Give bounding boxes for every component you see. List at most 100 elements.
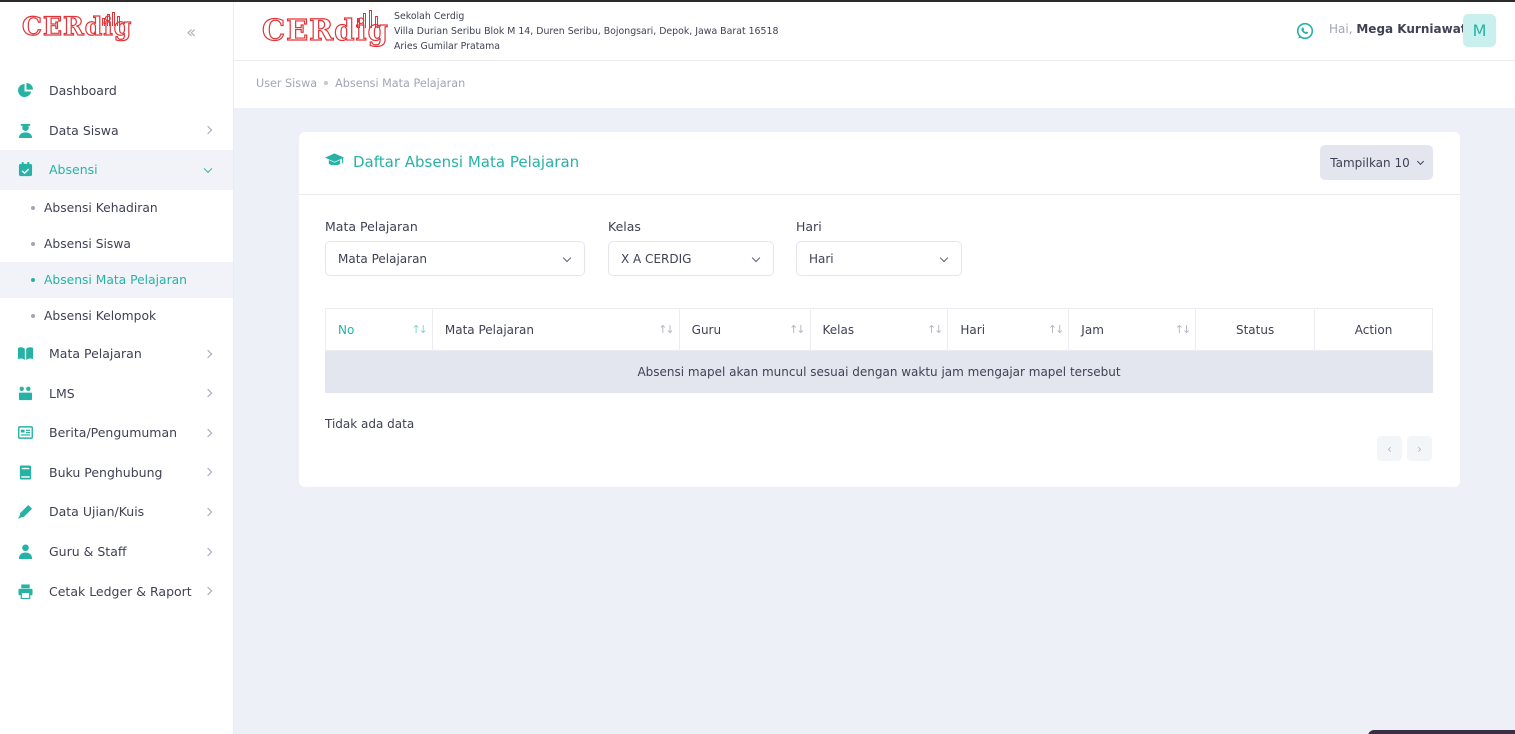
chevron-left-icon: ‹ — [1387, 441, 1392, 456]
principal-name: Aries Gumilar Pratama — [394, 41, 501, 52]
column-header-status: Status — [1195, 308, 1316, 351]
sidebar-item-label: Cetak Ledger & Raport — [49, 583, 192, 599]
sidebar-item-cetak[interactable]: Cetak Ledger & Raport — [0, 571, 233, 611]
card-title-text: Daftar Absensi Mata Pelajaran — [353, 153, 580, 171]
school-name: Sekolah Cerdig — [394, 11, 465, 22]
filter-label-hari: Hari — [796, 219, 822, 234]
sidebar: CERdig ‹‹ Dashboard Data Siswa Absensi A… — [0, 2, 234, 734]
attendance-card: Daftar Absensi Mata Pelajaran Tampilkan … — [299, 132, 1460, 487]
window-top-border — [0, 0, 1515, 2]
pie-chart-icon — [18, 83, 33, 98]
sidebar-item-dashboard[interactable]: Dashboard — [0, 71, 233, 111]
chevron-down-icon — [1416, 157, 1424, 165]
table-row: Absensi mapel akan muncul sesuai dengan … — [325, 350, 1433, 393]
user-name: Mega Kurniawati — [1356, 22, 1471, 36]
sidebar-item-data-siswa[interactable]: Data Siswa — [0, 111, 233, 151]
sidebar-item-berita[interactable]: Berita/Pengumuman — [0, 413, 233, 453]
avatar[interactable]: M — [1463, 14, 1496, 47]
sort-icon[interactable]: ↑↓ — [411, 323, 428, 336]
kelas-select-value: X A CERDIG — [621, 251, 692, 266]
sidebar-item-lms[interactable]: LMS — [0, 373, 233, 413]
sidebar-item-buku-penghubung[interactable]: Buku Penghubung — [0, 453, 233, 493]
column-header-kelas[interactable]: Kelas ↑↓ — [809, 308, 949, 351]
bullet-icon — [31, 277, 35, 282]
chevron-down-icon — [562, 253, 572, 263]
chevron-down-icon — [939, 253, 949, 263]
sidebar-item-guru-staff[interactable]: Guru & Staff — [0, 532, 233, 572]
sidebar-item-label: Dashboard — [49, 83, 117, 99]
chevron-down-icon — [751, 253, 761, 263]
top-header: CERdig Sekolah Cerdig Villa Durian Serib… — [234, 2, 1515, 61]
chevron-right-icon — [203, 126, 213, 135]
sidebar-item-data-ujian[interactable]: Data Ujian/Kuis — [0, 492, 233, 532]
empty-table-message: Absensi mapel akan muncul sesuai dengan … — [325, 350, 1433, 393]
logo-buildings-icon — [102, 12, 126, 26]
column-header-no[interactable]: No ↑↓ — [325, 308, 433, 351]
breadcrumb-separator — [324, 81, 329, 85]
graduation-cap-icon — [325, 153, 344, 171]
mapel-select[interactable]: Mata Pelajaran — [325, 241, 585, 276]
teacher-icon — [18, 544, 33, 560]
show-entries-dropdown[interactable]: Tampilkan 10 — [1320, 145, 1433, 180]
breadcrumb-item-current: Absensi Mata Pelajaran — [335, 77, 466, 90]
student-icon — [18, 123, 33, 138]
header-logo[interactable]: CERdig — [261, 10, 389, 45]
greeting-text: Hai, — [1329, 22, 1353, 36]
column-header-hari[interactable]: Hari ↑↓ — [947, 308, 1070, 351]
card-title: Daftar Absensi Mata Pelajaran — [325, 153, 579, 171]
book-icon — [18, 465, 33, 480]
brand-logo[interactable]: CERdig — [21, 12, 132, 40]
school-address: Villa Durian Seribu Blok M 14, Duren Ser… — [394, 26, 779, 37]
chevron-right-icon — [203, 507, 213, 517]
no-data-text: Tidak ada data — [325, 417, 415, 431]
kelas-select[interactable]: X A CERDIG — [608, 241, 774, 276]
sidebar-item-label: Buku Penghubung — [49, 464, 163, 480]
table-header-row: No ↑↓ Mata Pelajaran ↑↓ Guru ↑↓ Kelas ↑↓ Har… — [325, 308, 1433, 351]
chevron-right-icon — [203, 388, 213, 398]
sidebar-item-label: LMS — [49, 385, 75, 401]
sidebar-subitem-label: Absensi Kelompok — [44, 308, 157, 323]
sidebar-item-label: Data Ujian/Kuis — [49, 504, 145, 520]
filter-label-kelas: Kelas — [608, 219, 641, 234]
sidebar-subitem-absensi-kehadiran[interactable]: Absensi Kehadiran — [0, 190, 233, 226]
filter-label-mapel: Mata Pelajaran — [325, 219, 418, 234]
sidebar-item-mata-pelajaran[interactable]: Mata Pelajaran — [0, 334, 233, 374]
sort-icon[interactable]: ↑↓ — [1175, 323, 1192, 336]
sidebar-subitem-absensi-kelompok[interactable]: Absensi Kelompok — [0, 298, 233, 334]
chevron-right-icon: › — [1417, 441, 1422, 456]
chevron-right-icon — [203, 468, 213, 477]
card-header: Daftar Absensi Mata Pelajaran Tampilkan … — [299, 132, 1460, 195]
column-header-jam[interactable]: Jam ↑↓ — [1068, 308, 1197, 351]
column-header-action: Action — [1314, 308, 1433, 351]
column-header-guru[interactable]: Guru ↑↓ — [678, 308, 811, 351]
bullet-icon — [31, 313, 35, 318]
pagination-prev-button[interactable]: ‹ — [1377, 436, 1402, 461]
sidebar-subitem-label: Absensi Mata Pelajaran — [44, 272, 187, 287]
book-open-icon — [18, 346, 33, 361]
bullet-icon — [31, 241, 35, 246]
pagination-next-button[interactable]: › — [1407, 436, 1432, 461]
show-entries-label: Tampilkan 10 — [1330, 155, 1410, 170]
chevron-right-icon — [203, 547, 213, 556]
collapse-sidebar-icon[interactable]: ‹‹ — [186, 22, 197, 43]
printer-icon — [18, 584, 33, 599]
hari-select[interactable]: Hari — [796, 241, 962, 276]
sort-icon[interactable]: ↑↓ — [927, 323, 944, 336]
user-greeting[interactable]: Hai, Mega Kurniawati — [1329, 22, 1471, 36]
column-header-mata-pelajaran[interactable]: Mata Pelajaran ↑↓ — [431, 308, 680, 351]
sidebar-subitem-label: Absensi Kehadiran — [44, 200, 158, 215]
sort-icon[interactable]: ↑↓ — [658, 323, 675, 336]
sort-icon[interactable]: ↑↓ — [789, 323, 806, 336]
sidebar-item-label: Data Siswa — [49, 122, 119, 138]
breadcrumb-item-user-siswa[interactable]: User Siswa — [256, 77, 317, 90]
sidebar-item-label: Berita/Pengumuman — [49, 425, 178, 441]
sidebar-subitem-absensi-siswa[interactable]: Absensi Siswa — [0, 226, 233, 262]
sidebar-subitem-absensi-mata-pelajaran[interactable]: Absensi Mata Pelajaran — [0, 261, 233, 298]
sort-icon[interactable]: ↑↓ — [1048, 323, 1065, 336]
sidebar-item-label: Absensi — [49, 162, 98, 178]
sidebar-subitem-label: Absensi Siswa — [44, 236, 131, 251]
lms-icon — [18, 386, 33, 401]
sidebar-item-absensi[interactable]: Absensi — [0, 150, 233, 190]
school-info: Sekolah Cerdig Villa Durian Seribu Blok … — [394, 9, 778, 54]
whatsapp-icon[interactable] — [1296, 22, 1314, 44]
